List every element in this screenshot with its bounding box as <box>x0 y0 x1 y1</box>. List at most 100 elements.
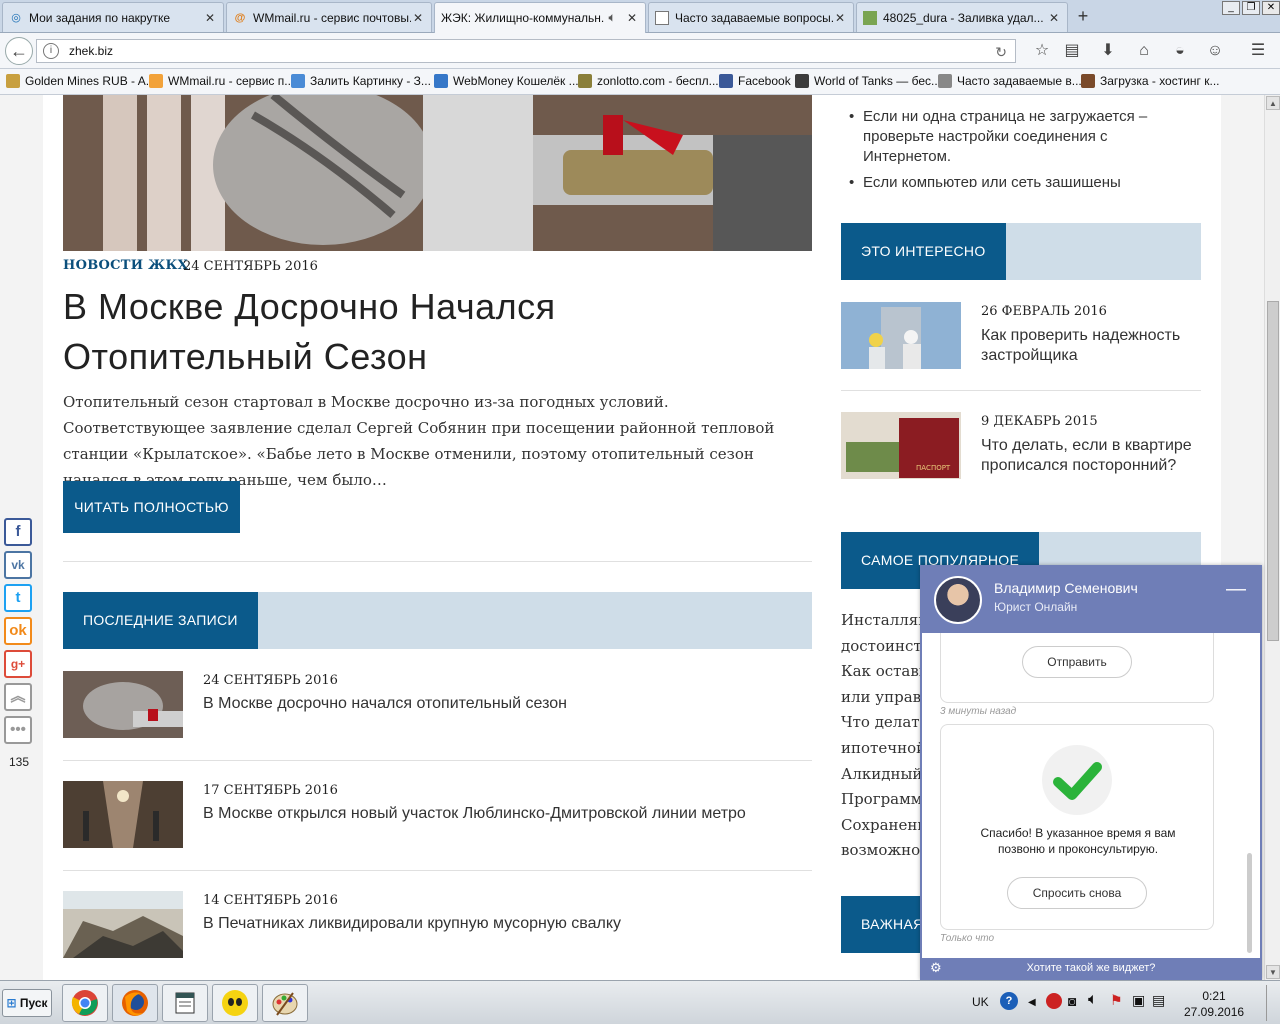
speaker-icon[interactable]: 🔈︎ <box>605 11 619 25</box>
send-button[interactable]: Отправить <box>1022 646 1132 678</box>
new-tab-button[interactable]: + <box>1072 6 1094 28</box>
article-category[interactable]: НОВОСТИ ЖКХ <box>63 258 188 273</box>
chat-scrollbar[interactable] <box>1247 853 1252 953</box>
close-tab-icon[interactable]: ✕ <box>411 11 425 25</box>
close-tab-icon[interactable]: ✕ <box>203 11 217 25</box>
post-thumbnail[interactable] <box>63 781 183 848</box>
post-thumbnail[interactable] <box>63 671 183 738</box>
star-icon[interactable]: ☆ <box>1032 41 1052 61</box>
list-item[interactable]: 24 СЕНТЯБРЬ 2016 В Москве досрочно начал… <box>63 671 812 781</box>
post-thumbnail[interactable] <box>63 891 183 958</box>
volume-icon[interactable]: 🔈︎ <box>1088 991 1098 1009</box>
bookmark-item[interactable]: World of Tanks — бес... <box>795 74 941 88</box>
post-title[interactable]: В Печатниках ликвидировали крупную мусор… <box>203 915 621 933</box>
restore-icon[interactable]: ❐ <box>1242 1 1260 15</box>
gear-icon[interactable]: ⚙ <box>930 960 942 976</box>
list-item[interactable]: 26 ФЕВРАЛЬ 2016 Как проверить надежность… <box>841 302 1201 402</box>
minimize-icon[interactable]: _ <box>1222 1 1240 15</box>
facebook-share-icon[interactable]: f <box>4 518 32 546</box>
scroll-up-icon[interactable]: ▲ <box>1266 96 1280 110</box>
article-title[interactable]: В Москве Досрочно Начался Отопительный С… <box>63 282 803 382</box>
bookmark-item[interactable]: Загрузка - хостинг к... <box>1081 74 1220 88</box>
twitter-share-icon[interactable]: t <box>4 584 32 612</box>
popular-link[interactable]: Алкидный <box>841 762 921 788</box>
reload-icon[interactable]: ↻ <box>995 41 1007 63</box>
popular-link[interactable]: ипотечной <box>841 736 921 762</box>
firefox-taskbar-button[interactable] <box>112 984 158 1022</box>
google-plus-share-icon[interactable]: g+ <box>4 650 32 678</box>
back-button[interactable]: ← <box>5 37 33 65</box>
popular-link[interactable]: достоинств <box>841 634 921 660</box>
hello-icon[interactable]: ☺ <box>1205 41 1225 61</box>
chat-header[interactable]: Владимир Семенович Юрист Онлайн — <box>922 567 1260 633</box>
tab-wmmail[interactable]: @ WMmail.ru - сервис почтовы... ✕ <box>226 2 432 32</box>
pocket-icon[interactable]: ◒ <box>1170 41 1190 61</box>
security-icon[interactable] <box>1046 993 1062 1009</box>
page-scrollbar[interactable]: ▲ ▼ <box>1264 95 1280 980</box>
close-tab-icon[interactable]: ✕ <box>1047 11 1061 25</box>
close-tab-icon[interactable]: ✕ <box>833 11 847 25</box>
scroll-thumb[interactable] <box>1267 301 1279 641</box>
bookmark-item[interactable]: WebMoney Кошелёк ... <box>434 74 579 88</box>
usb-icon[interactable]: ▤ <box>1152 992 1165 1009</box>
message-timestamp: Только что <box>940 933 995 944</box>
tab-zhek[interactable]: ЖЭК: Жилищно-коммунальн... 🔈︎ ✕ <box>434 2 646 33</box>
article-thumbnail[interactable]: ПАСПОРТ <box>841 412 961 479</box>
network-icon[interactable]: ◙ <box>1068 993 1076 1009</box>
popular-link[interactable]: Как остави <box>841 659 921 685</box>
list-item[interactable]: 14 СЕНТЯБРЬ 2016 В Печатниках ликвидиров… <box>63 891 812 980</box>
odnoklassniki-share-icon[interactable]: ok <box>4 617 32 645</box>
list-item[interactable]: 17 СЕНТЯБРЬ 2016 В Москве открылся новый… <box>63 781 812 891</box>
menu-icon[interactable]: ☰ <box>1248 41 1268 61</box>
tray-expand-icon[interactable]: ◀ <box>1028 997 1036 1008</box>
post-title[interactable]: В Москве досрочно начался отопительный с… <box>203 695 567 713</box>
flag-icon[interactable]: ⚑ <box>1110 992 1123 1009</box>
clock[interactable]: 0:21 27.09.2016 <box>1184 989 1244 1019</box>
vpn-taskbar-button[interactable] <box>212 984 258 1022</box>
bookmark-item[interactable]: WMmail.ru - сервис п... <box>149 74 294 88</box>
help-icon[interactable]: ? <box>1000 992 1018 1010</box>
popular-link[interactable]: Сохранени <box>841 813 921 839</box>
tab-tasks[interactable]: ◎ Мои задания по накрутке ✕ <box>2 2 224 32</box>
paint-taskbar-button[interactable] <box>262 984 308 1022</box>
vk-share-icon[interactable]: vk <box>4 551 32 579</box>
start-button[interactable]: ⊞ Пуск <box>2 989 52 1017</box>
address-bar[interactable]: i zhek.biz ↻ <box>36 39 1016 63</box>
tab-faq[interactable]: Часто задаваемые вопросы... ✕ <box>648 2 854 32</box>
home-icon[interactable]: ⌂ <box>1134 41 1154 61</box>
post-title[interactable]: В Москве открылся новый участок Люблинск… <box>203 805 746 823</box>
collapse-icon[interactable]: ︽ <box>4 683 32 711</box>
bookmark-item[interactable]: Залить Картинку - З... <box>291 74 431 88</box>
display-icon[interactable]: ▣ <box>1132 992 1145 1009</box>
show-desktop-button[interactable] <box>1266 985 1278 1021</box>
list-item[interactable]: ПАСПОРТ 9 ДЕКАБРЬ 2015 Что делать, если … <box>841 412 1201 512</box>
tab-upload[interactable]: 48025_dura - Заливка удал... ✕ <box>856 2 1068 32</box>
article-title[interactable]: Как проверить надежность застройщика <box>981 326 1201 366</box>
read-more-button[interactable]: ЧИТАТЬ ПОЛНОСТЬЮ <box>63 481 240 533</box>
notepad-taskbar-button[interactable] <box>162 984 208 1022</box>
bookmark-item[interactable]: Часто задаваемые в... <box>938 74 1082 88</box>
scroll-down-icon[interactable]: ▼ <box>1266 965 1280 979</box>
ask-again-button[interactable]: Спросить снова <box>1007 877 1147 909</box>
popular-link[interactable]: возможност <box>841 838 921 864</box>
chrome-taskbar-button[interactable] <box>62 984 108 1022</box>
bookmark-item[interactable]: Golden Mines RUB - A... <box>6 74 156 88</box>
popular-link[interactable]: или управл <box>841 685 921 711</box>
article-title[interactable]: Что делать, если в квартире прописался п… <box>981 436 1201 476</box>
reading-list-icon[interactable]: ▤ <box>1062 41 1082 61</box>
popular-link[interactable]: Что делать <box>841 710 921 736</box>
popular-link[interactable]: Программа <box>841 787 921 813</box>
popular-link[interactable]: Инсталляц <box>841 608 921 634</box>
download-icon[interactable]: ⬇ <box>1098 41 1118 61</box>
article-thumbnail[interactable] <box>841 302 961 369</box>
info-icon[interactable]: i <box>43 43 59 59</box>
language-indicator[interactable]: UK <box>972 995 989 1009</box>
close-tab-icon[interactable]: ✕ <box>625 11 639 25</box>
bookmark-item[interactable]: zonlotto.com - беспл... <box>578 74 719 88</box>
bookmark-item[interactable]: Facebook <box>719 74 791 88</box>
chat-footer[interactable]: ⚙ Хотите такой же виджет? <box>922 958 1260 978</box>
close-window-icon[interactable]: ✕ <box>1262 1 1280 15</box>
article-image[interactable] <box>63 95 812 251</box>
minimize-icon[interactable]: — <box>1226 579 1246 599</box>
more-icon[interactable]: ••• <box>4 716 32 744</box>
